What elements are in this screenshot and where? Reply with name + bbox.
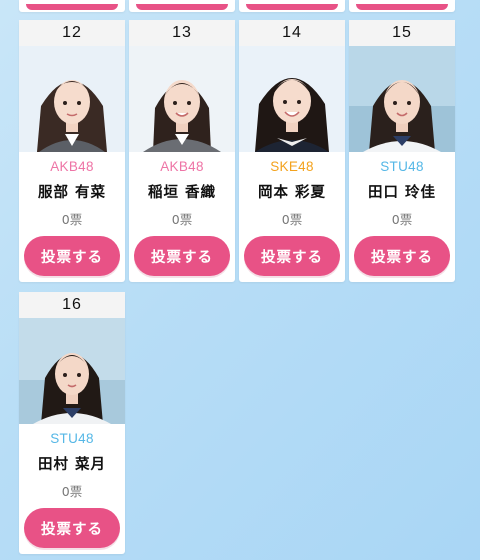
rank-number: 16 (19, 292, 125, 318)
member-card: 16 STU48 田村 菜月 0票 投票する (19, 292, 125, 554)
vote-button[interactable] (246, 4, 338, 10)
member-name: 田村 菜月 (37, 457, 107, 473)
vote-count: 0票 (61, 484, 83, 499)
group-label: STU48 (380, 159, 424, 174)
vote-count: 0票 (171, 212, 193, 227)
vote-button[interactable] (26, 4, 118, 10)
member-name: 田口 玲佳 (367, 185, 437, 201)
member-name: 服部 有菜 (37, 185, 107, 201)
rank-number: 12 (19, 20, 125, 46)
vote-button[interactable] (136, 4, 228, 10)
member-card: 12 AKB48 服部 有菜 0票 投票する (19, 20, 125, 282)
vote-button[interactable] (356, 4, 448, 10)
rank-number: 14 (239, 20, 345, 46)
rank-number: 13 (129, 20, 235, 46)
member-card: 13 AKB48 稲垣 香織 0票 投票する (129, 20, 235, 282)
vote-button[interactable]: 投票する (244, 236, 340, 276)
member-name: 岡本 彩夏 (257, 185, 327, 201)
member-card: 15 STU48 田口 玲佳 0票 投票する (349, 20, 455, 282)
member-name: 稲垣 香織 (147, 185, 217, 201)
member-photo (129, 46, 235, 152)
rank-number: 15 (349, 20, 455, 46)
group-label: SKE48 (270, 159, 314, 174)
vote-button[interactable]: 投票する (134, 236, 230, 276)
group-label: AKB48 (160, 159, 204, 174)
group-label: STU48 (50, 431, 94, 446)
member-photo (349, 46, 455, 152)
vote-button[interactable]: 投票する (24, 508, 120, 548)
vote-count: 0票 (281, 212, 303, 227)
vote-count: 0票 (61, 212, 83, 227)
member-photo (19, 46, 125, 152)
previous-row-card-stub (19, 0, 125, 12)
vote-count: 0票 (391, 212, 413, 227)
member-photo (239, 46, 345, 152)
previous-row-card-stub (129, 0, 235, 12)
vote-button[interactable]: 投票する (354, 236, 450, 276)
member-card: 14 SKE48 岡本 彩夏 0票 投票する (239, 20, 345, 282)
previous-row-card-stub (239, 0, 345, 12)
vote-button[interactable]: 投票する (24, 236, 120, 276)
group-label: AKB48 (50, 159, 94, 174)
member-photo (19, 318, 125, 424)
previous-row-card-stub (349, 0, 455, 12)
